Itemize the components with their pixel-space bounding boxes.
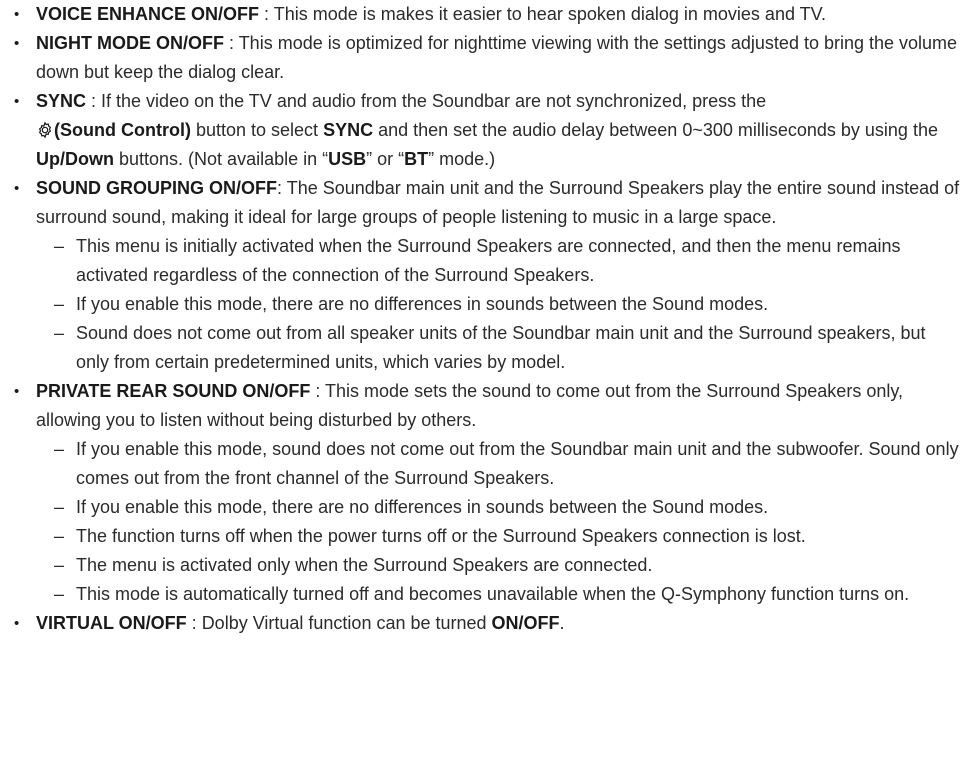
sub-item-text: The menu is activated only when the Surr…	[76, 555, 653, 575]
dash: –	[54, 439, 65, 459]
sound-control-label: (Sound Control)	[54, 120, 191, 140]
separator: :	[224, 33, 239, 53]
sub-item-text: This menu is initially activated when th…	[76, 236, 901, 285]
sync-label: SYNC	[323, 120, 374, 140]
sub-list-item: – Sound does not come out from all speake…	[54, 319, 962, 377]
dash: –	[54, 526, 65, 546]
sub-item-text: If you enable this mode, sound does not …	[76, 439, 959, 488]
dash: –	[54, 236, 65, 256]
text-span: button to select	[190, 120, 324, 140]
gear-icon	[38, 121, 52, 139]
separator: :	[310, 381, 326, 401]
sub-item-text: Sound does not come out from all speaker…	[76, 323, 926, 372]
item-description: If the video on the TV and audio from th…	[101, 91, 767, 111]
text-span: buttons. (Not available in “	[114, 149, 329, 169]
bullet: •	[14, 615, 20, 632]
document-page: • VOICE ENHANCE ON/OFF : This mode is ma…	[0, 0, 962, 764]
item-title: VIRTUAL ON/OFF	[36, 613, 187, 633]
item-title: SYNC	[36, 91, 87, 111]
sub-list-item: – If you enable this mode, there are no d…	[54, 290, 962, 319]
list-item-voice-enhance: • VOICE ENHANCE ON/OFF : This mode is ma…	[14, 0, 962, 29]
bullet: •	[14, 6, 20, 23]
list-item-night-mode: • NIGHT MODE ON/OFF : This mode is optim…	[14, 29, 962, 87]
up-down-label: Up/Down	[36, 149, 114, 169]
item-title: NIGHT MODE ON/OFF	[36, 33, 224, 53]
sub-list-item: – If you enable this mode, sound does not…	[54, 435, 962, 493]
sub-list-item: – The menu is activated only when the Sur…	[54, 551, 962, 580]
separator: :	[259, 4, 274, 24]
sub-list: – This menu is initially activated when t…	[36, 232, 962, 377]
sub-item-text: This mode is automatically turned off an…	[76, 584, 910, 604]
text-span: and then set the audio delay between 0~3…	[373, 120, 938, 140]
dash: –	[54, 555, 65, 575]
on-off-label: ON/OFF	[491, 613, 560, 633]
text-span: .	[559, 613, 565, 633]
sub-item-text: The function turns off when the power tu…	[76, 526, 806, 546]
dash: –	[54, 323, 65, 343]
usb-label: USB	[328, 149, 367, 169]
list-item-private-rear-sound: • PRIVATE REAR SOUND ON/OFF : This mode …	[14, 377, 962, 609]
item-title: VOICE ENHANCE ON/OFF	[36, 4, 260, 24]
bullet: •	[14, 383, 20, 400]
sub-list: – If you enable this mode, sound does not…	[36, 435, 962, 609]
text-span: ” or “	[366, 149, 405, 169]
dash: –	[54, 584, 65, 604]
list-item-sound-grouping: • SOUND GROUPING ON/OFF: The Soundbar ma…	[14, 174, 962, 377]
item-description: This mode is makes it easier to hear spo…	[273, 4, 826, 24]
bullet: •	[14, 35, 20, 52]
list-item-virtual: • VIRTUAL ON/OFF : Dolby Virtual functio…	[14, 609, 962, 638]
sub-list-item: – This menu is initially activated when t…	[54, 232, 962, 290]
dash: –	[54, 497, 65, 517]
text-span: ” mode.)	[428, 149, 496, 169]
sub-item-text: If you enable this mode, there are no di…	[76, 497, 769, 517]
sub-list-item: – The function turns off when the power t…	[54, 522, 962, 551]
item-title: PRIVATE REAR SOUND ON/OFF	[36, 381, 311, 401]
separator: :	[86, 91, 102, 111]
item-description: Dolby Virtual function can be turned	[201, 613, 492, 633]
separator: :	[277, 178, 287, 198]
sub-item-text: If you enable this mode, there are no di…	[76, 294, 769, 314]
bt-label: BT	[404, 149, 429, 169]
dash: –	[54, 294, 65, 314]
bullet: •	[14, 180, 20, 197]
separator: :	[186, 613, 202, 633]
sub-list-item: – If you enable this mode, there are no d…	[54, 493, 962, 522]
item-title: SOUND GROUPING ON/OFF	[36, 178, 278, 198]
sub-list-item: – This mode is automatically turned off a…	[54, 580, 962, 609]
list-item-sync: • SYNC : If the video on the TV and audi…	[14, 87, 962, 174]
bullet: •	[14, 93, 20, 110]
feature-list: • VOICE ENHANCE ON/OFF : This mode is ma…	[0, 0, 962, 638]
